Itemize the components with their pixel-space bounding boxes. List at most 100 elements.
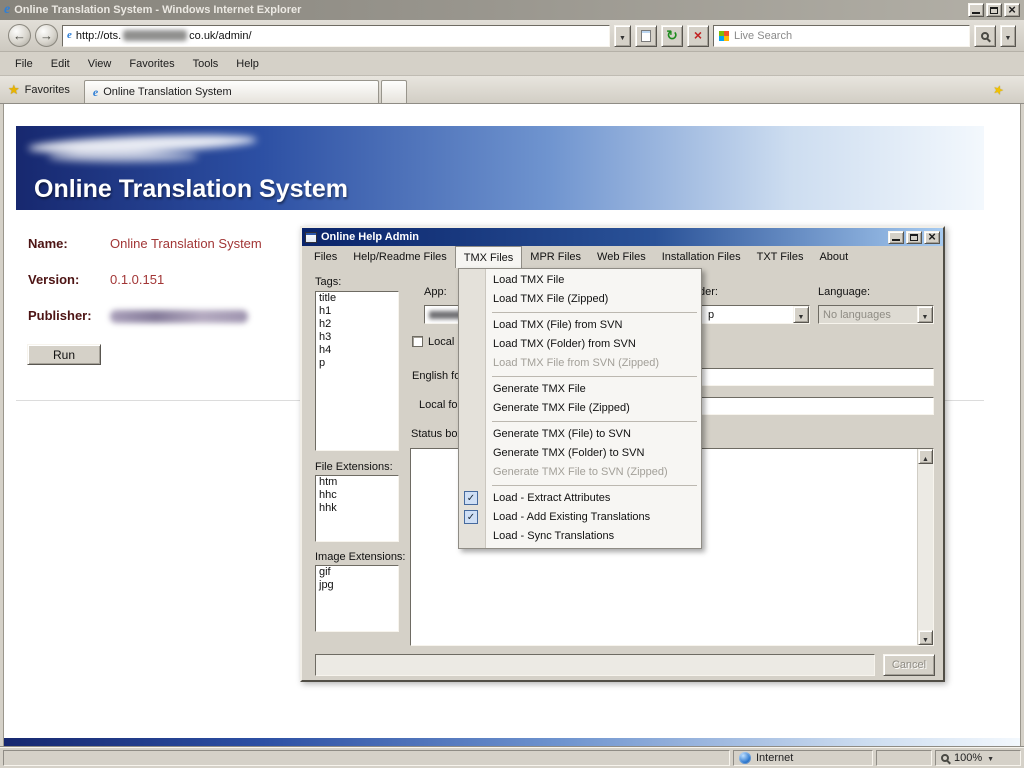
image-extensions-listbox[interactable]: gifjpg <box>315 565 399 632</box>
app-titlebar[interactable]: Online Help Admin <box>302 228 943 246</box>
favorites-label[interactable]: Favorites <box>25 84 70 96</box>
browser-menu-item[interactable]: Edit <box>42 54 79 74</box>
app-menu-item[interactable]: Web Files <box>589 246 654 268</box>
close-button[interactable] <box>1004 3 1020 17</box>
stop-button[interactable] <box>687 25 709 47</box>
scroll-up-button[interactable] <box>918 449 933 464</box>
dropdown-menu-item[interactable]: Load TMX File (Zipped) <box>459 290 701 309</box>
browser-tab[interactable]: Online Translation System <box>84 80 379 103</box>
app-menu-item[interactable]: Files <box>306 246 345 268</box>
dropdown-item-label: Generate TMX File <box>493 383 586 395</box>
file-extensions-label: File Extensions: <box>315 461 393 473</box>
dropdown-menu-item[interactable]: Generate TMX (Folder) to SVN <box>459 444 701 463</box>
dropdown-menu-item <box>459 309 701 316</box>
refresh-button[interactable] <box>661 25 683 47</box>
quick-tabs-icon[interactable] <box>991 81 1006 98</box>
app-menu-item[interactable]: About <box>811 246 856 268</box>
forward-button[interactable] <box>35 24 58 47</box>
tags-option[interactable]: h4 <box>316 344 398 357</box>
folder-combo-arrow[interactable] <box>793 306 809 323</box>
chevron-down-icon <box>987 752 994 764</box>
status-scrollbar[interactable] <box>917 449 933 645</box>
address-bar[interactable]: http://ots. co.uk/admin/ <box>62 25 610 47</box>
tags-option[interactable]: h3 <box>316 331 398 344</box>
app-minimize-button[interactable] <box>888 231 904 244</box>
publisher-label: Publisher: <box>28 308 92 323</box>
zone-label: Internet <box>756 752 793 764</box>
dropdown-menu-item[interactable]: Load TMX File <box>459 271 701 290</box>
stop-icon <box>694 27 702 45</box>
search-button[interactable] <box>974 25 996 47</box>
dropdown-menu-item[interactable]: Load - Extract Attributes <box>459 489 701 508</box>
go-page-button[interactable] <box>635 25 657 47</box>
status-spacer <box>876 750 932 766</box>
app-menu-item[interactable]: MPR Files <box>522 246 589 268</box>
progress-bar <box>315 654 875 676</box>
maximize-icon <box>990 7 998 14</box>
tab-ie-icon <box>93 86 98 98</box>
file-extensions-listbox[interactable]: htmhhchhk <box>315 475 399 542</box>
scroll-down-button[interactable] <box>918 630 933 645</box>
dropdown-menu-item[interactable]: Load - Sync Translations <box>459 527 701 546</box>
url-text[interactable]: http://ots. co.uk/admin/ <box>76 30 252 42</box>
minimize-button[interactable] <box>968 3 984 17</box>
name-label: Name: <box>28 236 68 251</box>
page-icon <box>641 30 651 42</box>
dropdown-item-label: Load - Add Existing Translations <box>493 511 650 523</box>
dropdown-menu-item[interactable]: Generate TMX (File) to SVN <box>459 425 701 444</box>
blurred-logo <box>30 134 270 168</box>
tags-option[interactable]: title <box>316 292 398 305</box>
file-ext-option[interactable]: hhc <box>316 489 398 502</box>
blurred-publisher-value <box>110 310 248 323</box>
favorites-bar: Favorites Online Translation System <box>0 76 1024 104</box>
zoom-control[interactable]: 100% <box>935 750 1021 766</box>
search-dropdown-button[interactable] <box>1000 25 1016 47</box>
maximize-button[interactable] <box>986 3 1002 17</box>
english-folder-label: English fo <box>412 370 460 382</box>
browser-menu-item[interactable]: Help <box>227 54 268 74</box>
browser-menu-item[interactable]: Favorites <box>120 54 183 74</box>
dropdown-menu-item[interactable]: Load - Add Existing Translations <box>459 508 701 527</box>
chevron-down-icon <box>922 306 929 324</box>
app-menu-item[interactable]: Installation Files <box>654 246 749 268</box>
app-menu-item[interactable]: TMX Files <box>455 246 523 268</box>
tags-option[interactable]: h1 <box>316 305 398 318</box>
app-window-icon <box>305 232 317 243</box>
browser-menu-item[interactable]: View <box>79 54 121 74</box>
back-button[interactable] <box>8 24 31 47</box>
chevron-down-icon <box>798 306 805 324</box>
new-tab-button[interactable] <box>381 80 407 103</box>
file-ext-option[interactable]: htm <box>316 476 398 489</box>
image-ext-option[interactable]: gif <box>316 566 398 579</box>
app-close-button[interactable] <box>924 231 940 244</box>
dropdown-menu-item[interactable]: Generate TMX File <box>459 380 701 399</box>
status-box-label: Status box <box>411 428 463 440</box>
local-checkbox[interactable] <box>412 336 423 347</box>
browser-titlebar: Online Translation System - Windows Inte… <box>0 0 1024 20</box>
browser-menu-item[interactable]: Tools <box>184 54 228 74</box>
browser-menu-item[interactable]: File <box>6 54 42 74</box>
cancel-button[interactable]: Cancel <box>883 654 935 676</box>
dropdown-menu-item[interactable]: Load TMX (File) from SVN <box>459 316 701 335</box>
tags-listbox[interactable]: titleh1h2h3h4p <box>315 291 399 451</box>
tags-option[interactable]: p <box>316 357 398 370</box>
image-ext-option[interactable]: jpg <box>316 579 398 592</box>
app-maximize-button[interactable] <box>906 231 922 244</box>
dropdown-menu-item[interactable]: Load TMX (Folder) from SVN <box>459 335 701 354</box>
dropdown-item-label: Generate TMX File (Zipped) <box>493 402 630 414</box>
app-menu-item[interactable]: TXT Files <box>749 246 812 268</box>
file-ext-option[interactable]: hhk <box>316 502 398 515</box>
language-combobox: No languages <box>818 305 934 324</box>
address-dropdown-button[interactable] <box>614 25 631 47</box>
search-icon <box>981 32 989 40</box>
arrow-down-icon <box>922 629 929 647</box>
app-menubar: FilesHelp/Readme FilesTMX FilesMPR Files… <box>302 246 943 268</box>
app-menu-item[interactable]: Help/Readme Files <box>345 246 455 268</box>
dropdown-item-label: Load TMX File (Zipped) <box>493 293 608 305</box>
run-button[interactable]: Run <box>27 344 101 365</box>
search-box[interactable]: Live Search <box>713 25 970 47</box>
dropdown-menu-item[interactable]: Generate TMX File (Zipped) <box>459 399 701 418</box>
favorites-star-icon[interactable] <box>8 82 20 98</box>
zoom-icon <box>941 754 949 762</box>
tags-option[interactable]: h2 <box>316 318 398 331</box>
